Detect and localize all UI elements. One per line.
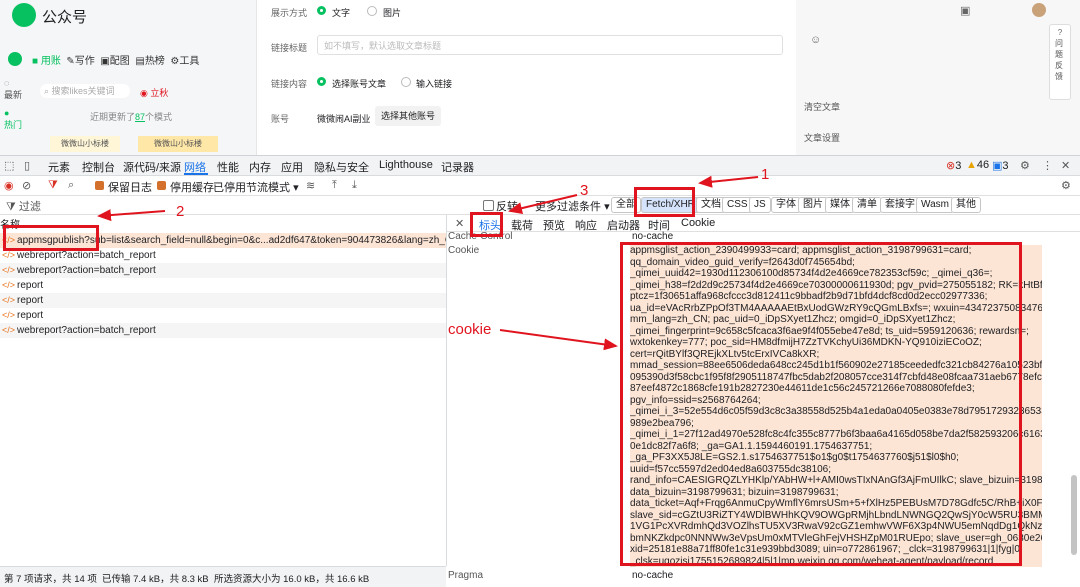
annotation-cookie-label: cookie (448, 321, 492, 338)
arrow-3 (508, 194, 578, 215)
arrow-2 (97, 209, 166, 222)
arrow-cookie (499, 329, 618, 351)
arrow-1 (698, 175, 759, 188)
annotation-number-1: 1 (761, 166, 770, 183)
annotation-number-2: 2 (176, 203, 185, 220)
annotation-number-3: 3 (580, 182, 589, 199)
annotation-arrows (97, 175, 759, 351)
